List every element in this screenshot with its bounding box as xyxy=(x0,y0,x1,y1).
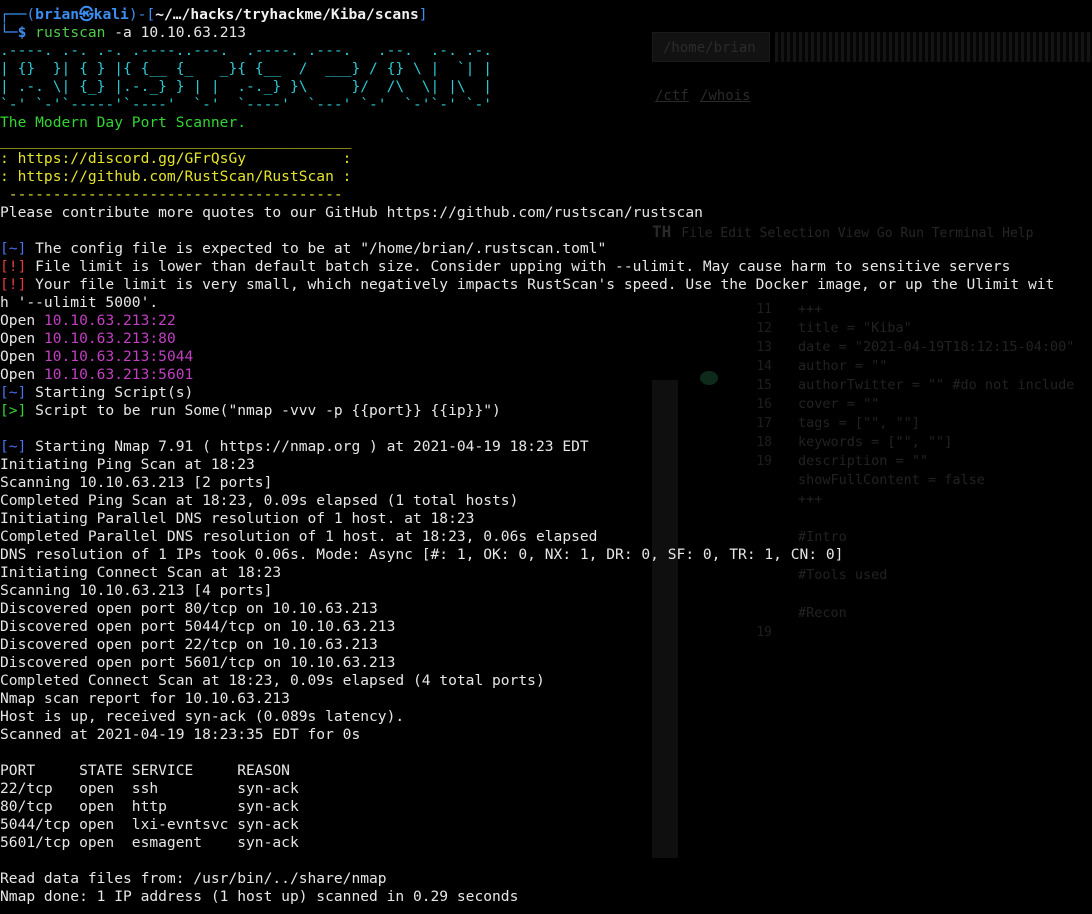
nmap-line xyxy=(0,852,1054,870)
info-tag: [~] xyxy=(0,240,27,257)
warning-tag: [!] xyxy=(0,276,27,293)
banner-line: | .-. \| {_} |.-._} } | | .-._} }\ }/ /\… xyxy=(0,78,493,95)
prompt-frame: ] xyxy=(418,6,428,23)
banner-line: .----. .-. .-. .----..---. .----. .---. … xyxy=(0,42,493,59)
nmap-line: Initiating Connect Scan at 18:23 xyxy=(0,564,282,581)
prompt-line-1: ┌──(brian㉿kali)-[~/…/hacks/tryhackme/Kib… xyxy=(0,6,1054,24)
prompt-frame: )-[ xyxy=(128,6,156,23)
run-tag: [>] xyxy=(0,402,27,419)
nmap-line: Nmap done: 1 IP address (1 host up) scan… xyxy=(0,888,519,905)
nmap-line: Discovered open port 22/tcp on 10.10.63.… xyxy=(0,636,378,653)
script-line: [~] Starting Nmap 7.91 ( https://nmap.or… xyxy=(0,438,1054,456)
banner-line: | {} }| { } |{ {__ {_ _}{ {__ / ___} / {… xyxy=(0,60,493,77)
message-line: h '--ulimit 5000'. xyxy=(0,294,1054,312)
prompt-user: brian㉿kali xyxy=(35,6,129,23)
command-name: rustscan xyxy=(35,24,106,41)
prompt-frame: └─ xyxy=(0,24,18,41)
tagline: The Modern Day Port Scanner. xyxy=(0,114,247,131)
nmap-line: 22/tcp open ssh syn-ack xyxy=(0,780,299,797)
nmap-line: Initiating Parallel DNS resolution of 1 … xyxy=(0,510,475,527)
nmap-line: Discovered open port 5601/tcp on 10.10.6… xyxy=(0,654,396,671)
nmap-line: 5044/tcp open lxi-evntsvc syn-ack xyxy=(0,816,299,833)
info-tag: [~] xyxy=(0,438,27,455)
prompt-frame: ┌──( xyxy=(0,6,36,23)
nmap-line: Discovered open port 80/tcp on 10.10.63.… xyxy=(0,600,378,617)
info-tag: [~] xyxy=(0,384,27,401)
nmap-line: DNS resolution of 1 IPs took 0.06s. Mode… xyxy=(0,546,844,563)
warning-tag: [!] xyxy=(0,258,27,275)
nmap-line: PORT STATE SERVICE REASON xyxy=(0,762,290,779)
prompt-dollar: $ xyxy=(17,24,27,41)
nmap-line: Completed Ping Scan at 18:23, 0.09s elap… xyxy=(0,492,519,509)
terminal-output[interactable]: ┌──(brian㉿kali)-[~/…/hacks/tryhackme/Kib… xyxy=(0,6,1054,906)
nmap-line: Host is up, received syn-ack (0.089s lat… xyxy=(0,708,405,725)
open-label: Open xyxy=(0,348,44,365)
nmap-line: Initiating Ping Scan at 18:23 xyxy=(0,456,255,473)
nmap-line xyxy=(0,744,1054,762)
nmap-line: Scanning 10.10.63.213 [2 ports] xyxy=(0,474,273,491)
open-port-line: Open 10.10.63.213:22 xyxy=(0,312,1054,330)
open-address: 10.10.63.213:5044 xyxy=(43,348,194,365)
nmap-line: Scanning 10.10.63.213 [4 ports] xyxy=(0,582,273,599)
open-address: 10.10.63.213:5601 xyxy=(43,366,194,383)
yellow-box-line: ________________________________________ xyxy=(0,132,352,149)
nmap-line: Discovered open port 5044/tcp on 10.10.6… xyxy=(0,618,396,635)
yellow-box-line: -------------------------------------- xyxy=(0,186,343,203)
open-port-line: Open 10.10.63.213:5601 xyxy=(0,366,1054,384)
open-label: Open xyxy=(0,330,44,347)
yellow-box-discord: : https://discord.gg/GFrQsGy : xyxy=(0,150,352,167)
script-text: Script to be run Some("nmap -vvv -p {{po… xyxy=(26,402,501,419)
open-port-line: Open 10.10.63.213:5044 xyxy=(0,348,1054,366)
nmap-line: Completed Parallel DNS resolution of 1 h… xyxy=(0,528,598,545)
nmap-line: 80/tcp open http syn-ack xyxy=(0,798,299,815)
nmap-line: Completed Connect Scan at 18:23, 0.09s e… xyxy=(0,672,545,689)
nmap-output: Initiating Ping Scan at 18:23 Scanning 10… xyxy=(0,456,1054,906)
message-text: The config file is expected to be at "/h… xyxy=(26,240,607,257)
nmap-line: Read data files from: /usr/bin/../share/… xyxy=(0,870,387,887)
script-line: [~] Starting Script(s) xyxy=(0,384,1054,402)
open-port-line: Open 10.10.63.213:80 xyxy=(0,330,1054,348)
script-text: Starting Nmap 7.91 ( https://nmap.org ) … xyxy=(26,438,589,455)
nmap-line: 5601/tcp open esmagent syn-ack xyxy=(0,834,299,851)
open-address: 10.10.63.213:80 xyxy=(43,330,176,347)
message-line: [~] The config file is expected to be at… xyxy=(0,240,1054,258)
message-line: [!] File limit is lower than default bat… xyxy=(0,258,1054,276)
message-text: h '--ulimit 5000'. xyxy=(0,294,159,311)
nmap-line: Scanned at 2021-04-19 18:23:35 EDT for 0… xyxy=(0,726,361,743)
message-text: File limit is lower than default batch s… xyxy=(26,258,1011,275)
open-label: Open xyxy=(0,366,44,383)
nmap-line: Nmap scan report for 10.10.63.213 xyxy=(0,690,290,707)
message-line: [!] Your file limit is very small, which… xyxy=(0,276,1054,294)
script-line: [>] Script to be run Some("nmap -vvv -p … xyxy=(0,402,1054,420)
prompt-path: ~/…/hacks/tryhackme/Kiba/scans xyxy=(155,6,419,23)
message-text: Your file limit is very small, which neg… xyxy=(26,276,1055,293)
yellow-box-github: : https://github.com/RustScan/RustScan : xyxy=(0,168,352,185)
open-label: Open xyxy=(0,312,44,329)
prompt-line-2: └─$ rustscan -a 10.10.63.213 xyxy=(0,24,1054,42)
banner-line: `-' `-'`-----'`----' `-' `----' `---' `-… xyxy=(0,96,493,113)
script-text: Starting Script(s) xyxy=(26,384,194,401)
open-address: 10.10.63.213:22 xyxy=(43,312,176,329)
quote-line: Please contribute more quotes to our Git… xyxy=(0,204,703,221)
command-args: -a 10.10.63.213 xyxy=(105,24,247,41)
